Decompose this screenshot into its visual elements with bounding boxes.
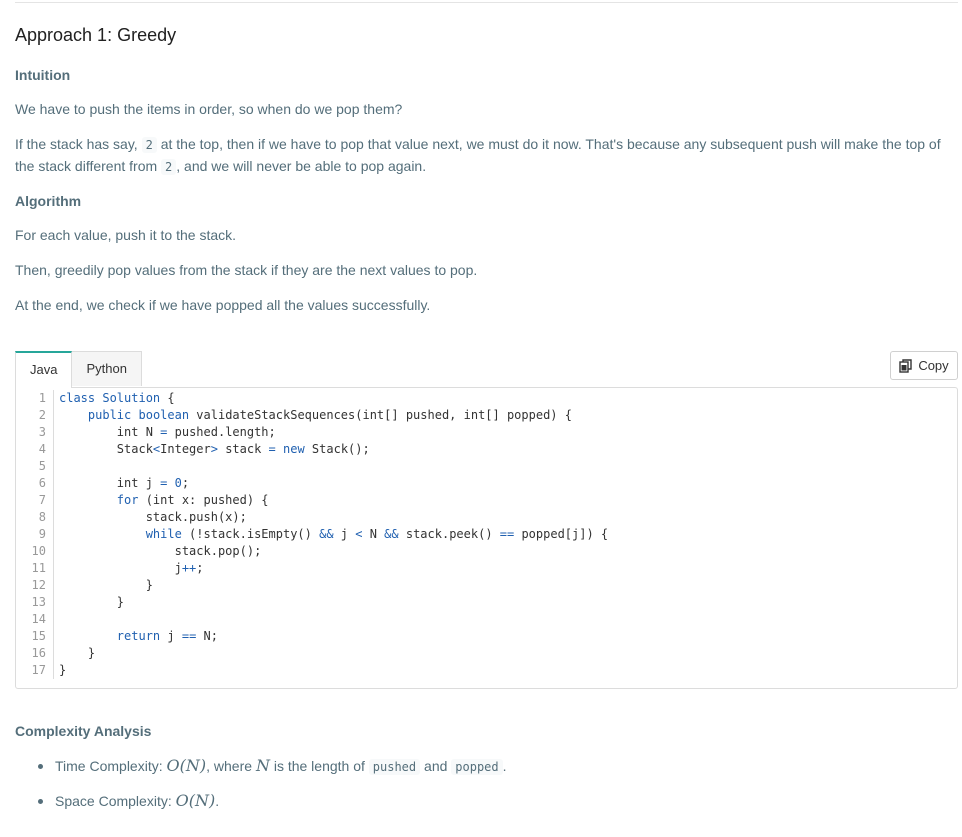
line-number: 4 — [16, 441, 54, 458]
space-complexity-end: . — [215, 793, 220, 809]
line-number: 9 — [16, 526, 54, 543]
intuition-text-c: , and we will never be able to pop again… — [176, 158, 427, 174]
line-source: public boolean validateStackSequences(in… — [87, 408, 572, 422]
complexity-label: Complexity Analysis — [15, 723, 152, 739]
time-complexity-math: O(N) — [166, 756, 207, 775]
code-line: 2 public boolean validateStackSequences(… — [16, 407, 957, 424]
line-number: 13 — [16, 594, 54, 611]
copy-icon — [899, 358, 913, 373]
intuition-paragraph-1: We have to push the items in order, so w… — [15, 101, 403, 117]
line-number: 6 — [16, 475, 54, 492]
approach-heading: Approach 1: Greedy — [15, 25, 177, 45]
line-source: int N = pushed.length; — [59, 425, 276, 439]
code-line: 10 stack.pop(); — [16, 543, 957, 560]
line-number: 7 — [16, 492, 54, 509]
line-source: return j == N; — [116, 629, 218, 643]
intuition-label: Intuition — [15, 67, 71, 83]
line-source: class Solution { — [59, 391, 175, 405]
code-lines: 1 class Solution { 2 public boolean valida… — [16, 390, 957, 679]
line-number: 16 — [16, 645, 54, 662]
space-complexity-math: O(N) — [175, 791, 216, 810]
code-language-tabs: Java Python — [15, 351, 142, 388]
code-line: 15 return j == N; — [16, 628, 957, 645]
time-complexity-prefix: Time Complexity: — [55, 758, 167, 774]
line-number: 17 — [16, 662, 54, 679]
code-line: 8 stack.push(x); — [16, 509, 957, 526]
line-source: Stack<Integer> stack = new Stack(); — [59, 442, 370, 456]
line-source: } — [59, 578, 153, 592]
top-divider — [15, 2, 958, 3]
intuition-text-a: If the stack has say, — [15, 136, 142, 152]
code-line: 9 while (!stack.isEmpty() && j < N && st… — [16, 526, 957, 543]
code-line: 16 } — [16, 645, 957, 662]
line-source: } — [59, 646, 96, 660]
line-source: } — [59, 595, 125, 609]
line-number: 12 — [16, 577, 54, 594]
line-number: 8 — [16, 509, 54, 526]
code-line: 4 Stack<Integer> stack = new Stack(); — [16, 441, 957, 458]
line-number: 11 — [16, 560, 54, 577]
tab-python[interactable]: Python — [71, 351, 142, 386]
complexity-list: Time Complexity: O(N), where N is the le… — [15, 752, 507, 822]
line-source: } — [59, 663, 67, 677]
algorithm-paragraph-1: For each value, push it to the stack. — [15, 227, 237, 243]
code-line: 7 for (int x: pushed) { — [16, 492, 957, 509]
code-line: 5 — [16, 458, 957, 475]
code-line: 1 class Solution { — [16, 390, 957, 407]
line-source: while (!stack.isEmpty() && j < N && stac… — [145, 527, 609, 541]
copy-label: Copy — [918, 358, 949, 373]
code-line: 13 } — [16, 594, 957, 611]
time-complexity-item: Time Complexity: O(N), where N is the le… — [15, 752, 507, 787]
time-complexity-length-text: is the length of — [269, 758, 369, 774]
line-number: 15 — [16, 628, 54, 645]
line-source: stack.pop(); — [59, 544, 262, 558]
space-complexity-prefix: Space Complexity: — [55, 793, 176, 809]
line-number: 2 — [16, 407, 54, 424]
line-source: stack.push(x); — [59, 510, 247, 524]
line-source: j++; — [59, 561, 204, 575]
code-line: 12 } — [16, 577, 957, 594]
algorithm-paragraph-3: At the end, we check if we have popped a… — [15, 297, 431, 313]
time-complexity-end: . — [502, 758, 507, 774]
inline-code-2b: 2 — [161, 159, 177, 175]
code-editor[interactable]: 1 class Solution { 2 public boolean valida… — [15, 387, 958, 689]
pushed-code: pushed — [368, 759, 421, 775]
line-source: int j = 0; — [59, 476, 190, 490]
copy-button[interactable]: Copy — [890, 351, 958, 380]
code-line: 14 — [16, 611, 957, 628]
line-number: 10 — [16, 543, 54, 560]
n-variable: N — [255, 756, 270, 775]
tab-java[interactable]: Java — [15, 351, 73, 388]
line-number: 14 — [16, 611, 54, 628]
time-complexity-where: , where — [206, 758, 256, 774]
line-source — [54, 611, 59, 628]
algorithm-paragraph-2: Then, greedily pop values from the stack… — [15, 262, 478, 278]
line-source: for (int x: pushed) { — [116, 493, 269, 507]
and-text: and — [420, 758, 452, 774]
space-complexity-item: Space Complexity: O(N). — [15, 787, 507, 822]
line-number: 3 — [16, 424, 54, 441]
algorithm-label: Algorithm — [15, 193, 82, 209]
popped-code: popped — [451, 759, 503, 775]
code-line: 17} — [16, 662, 957, 679]
line-source — [54, 458, 59, 475]
line-number: 1 — [16, 390, 54, 407]
line-number: 5 — [16, 458, 54, 475]
code-line: 11 j++; — [16, 560, 957, 577]
code-line: 6 int j = 0; — [16, 475, 957, 492]
inline-code-2a: 2 — [141, 137, 157, 153]
code-line: 3 int N = pushed.length; — [16, 424, 957, 441]
intuition-paragraph-2: If the stack has say, 2 at the top, then… — [15, 134, 955, 178]
